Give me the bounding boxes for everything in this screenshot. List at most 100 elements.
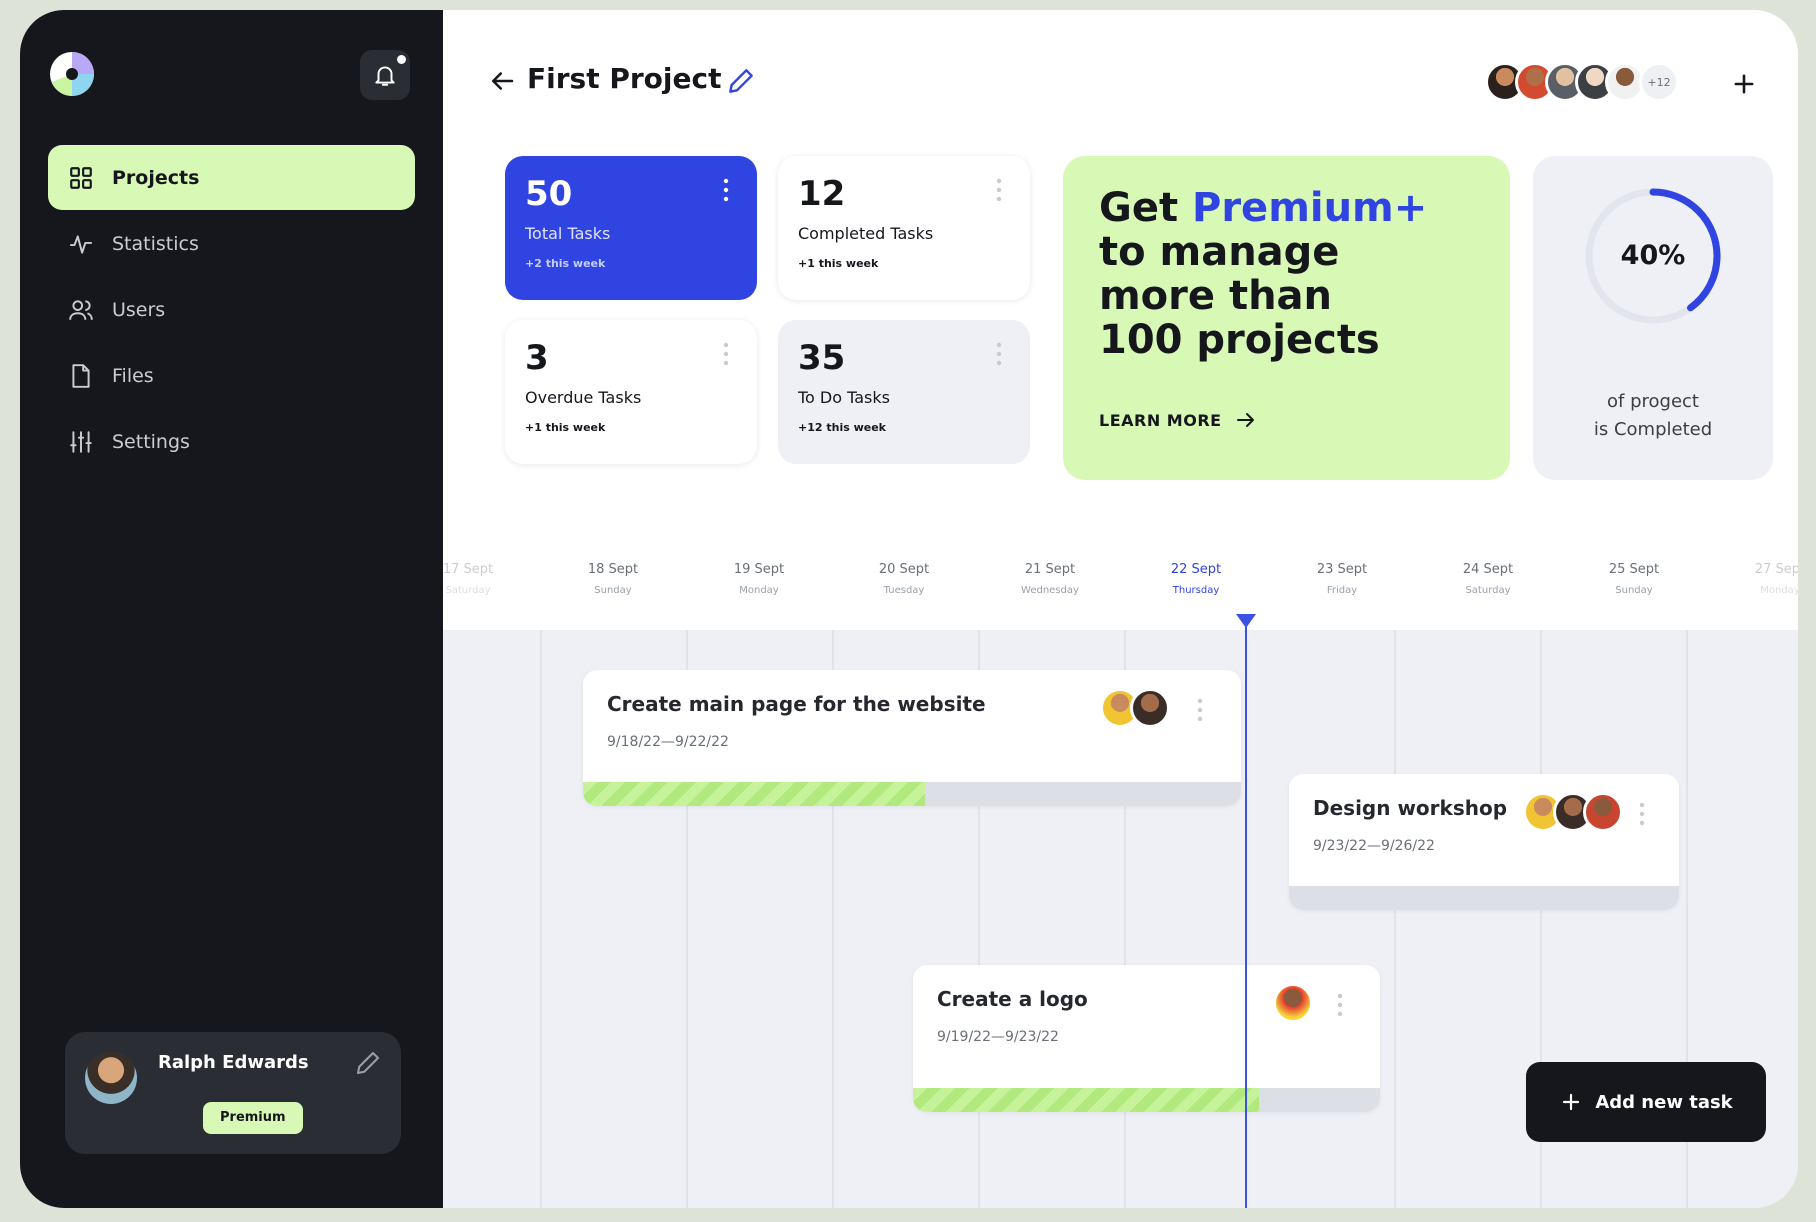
user-profile-card[interactable]: Ralph Edwards Premium [65,1032,401,1154]
more-icon[interactable] [1337,993,1343,1017]
stat-card-overdue-tasks[interactable]: 3 Overdue Tasks +1 this week [505,320,757,464]
timeline-day[interactable]: 23 Sept Friday [1269,562,1415,596]
task-assignees[interactable] [1100,688,1170,728]
stat-value: 3 [525,338,549,378]
sidebar-item-users[interactable]: Users [48,277,415,342]
task-title: Create a logo [937,987,1088,1011]
plan-badge: Premium [203,1102,303,1134]
progress-percent: 40% [1620,240,1686,271]
timeline-day[interactable]: 27 Sept Monday [1707,562,1798,596]
plus-icon [1563,1093,1580,1111]
task-progress-fill [913,1088,1259,1112]
timeline-day[interactable]: 24 Sept Saturday [1415,562,1561,596]
timeline-gridline [540,630,542,1208]
more-icon[interactable] [723,178,729,202]
sidebar-item-projects[interactable]: Projects [48,145,415,210]
timeline-day[interactable]: 25 Sept Sunday [1561,562,1707,596]
edit-title-button[interactable] [725,65,757,97]
stat-label: To Do Tasks [798,388,890,407]
profile-name: Ralph Edwards [158,1052,309,1073]
day-weekday: Friday [1326,585,1358,596]
sidebar-item-statistics[interactable]: Statistics [48,211,415,276]
app-logo[interactable] [48,50,96,98]
sidebar-item-label: Projects [112,166,200,189]
timeline-gridline [1394,630,1396,1208]
day-date: 25 Sept [1608,562,1660,577]
timeline-day-today[interactable]: 22 Sept Thursday [1123,562,1269,596]
add-member-button[interactable] [1730,70,1758,98]
day-weekday: Tuesday [883,585,925,596]
stat-sub: +12 this week [798,421,886,434]
timeline-day[interactable]: 18 Sept Sunday [540,562,686,596]
task-assignees[interactable] [1523,792,1623,832]
day-weekday: Wednesday [1021,585,1079,596]
learn-more-link[interactable]: LEARN MORE [1099,408,1258,432]
stat-value: 35 [798,338,846,378]
stat-label: Completed Tasks [798,224,934,243]
avatar [1273,983,1313,1023]
bell-icon [375,66,395,86]
timeline-day[interactable]: 19 Sept Monday [686,562,832,596]
stat-card-completed-tasks[interactable]: 12 Completed Tasks +1 this week [778,156,1030,300]
learn-more-label: LEARN MORE [1099,410,1222,430]
sidebar-item-files[interactable]: Files [48,343,415,408]
notifications-button[interactable] [360,50,410,100]
promo-text: Get [1099,185,1193,231]
task-assignees[interactable] [1273,983,1313,1023]
stat-value: 50 [525,174,573,214]
more-icon[interactable] [1639,802,1645,826]
progress-caption: of progect is Completed [1533,388,1773,444]
back-button[interactable] [487,66,517,96]
stat-card-todo-tasks[interactable]: 35 To Do Tasks +12 this week [778,320,1030,464]
day-date: 18 Sept [587,562,639,577]
avatar [1130,688,1170,728]
stat-card-total-tasks[interactable]: 50 Total Tasks +2 this week [505,156,757,300]
more-icon[interactable] [996,342,1002,366]
progress-caption-line: is Completed [1593,419,1713,440]
sidebar-item-label: Settings [112,430,190,453]
task-dates: 9/23/22—9/26/22 [1313,838,1435,854]
task-card[interactable]: Create main page for the website 9/18/22… [583,670,1241,806]
day-date: 19 Sept [733,562,785,577]
day-weekday: Monday [739,585,779,596]
premium-promo-card: Get Premium+ to manage more than 100 pro… [1063,156,1510,480]
stat-label: Overdue Tasks [525,388,642,407]
stat-value: 12 [798,174,846,214]
timeline-days: 17 Sept Saturday 18 Sept Sunday 19 Sept Mon… [443,550,1798,630]
more-icon[interactable] [1197,698,1203,722]
project-progress-card: 40% of progect is Completed [1533,156,1773,480]
users-icon [66,295,96,325]
more-members-count[interactable]: +12 [1639,62,1679,102]
arrow-right-icon [1236,413,1254,427]
timeline-day[interactable]: 21 Sept Wednesday [977,562,1123,596]
day-date: 23 Sept [1316,562,1368,577]
task-dates: 9/18/22—9/22/22 [607,734,729,750]
day-weekday: Sunday [1615,585,1653,596]
task-card[interactable]: Create a logo 9/19/22—9/23/22 [913,965,1380,1112]
day-weekday: Saturday [1465,585,1511,596]
timeline-day[interactable]: 17 Sept Saturday [395,562,541,596]
task-progress-bar [1289,886,1679,910]
task-progress-bar [583,782,1241,806]
timeline-day[interactable]: 20 Sept Tuesday [831,562,977,596]
page-title: First Project [527,62,722,95]
notification-dot [397,55,406,64]
day-date: 21 Sept [1024,562,1076,577]
promo-accent-text: Premium+ [1192,185,1428,231]
task-card[interactable]: Design workshop 9/23/22—9/26/22 [1289,774,1679,910]
sidebar-item-settings[interactable]: Settings [48,409,415,474]
sidebar-nav: Projects Statistics Users Files Settings [48,145,415,475]
more-icon[interactable] [996,178,1002,202]
sliders-icon [66,427,96,457]
add-new-task-button[interactable]: Add new task [1526,1062,1766,1142]
promo-heading: Get Premium+ to manage more than 100 pro… [1099,186,1474,362]
file-icon [66,361,96,391]
progress-caption-line: of progect [1607,391,1699,412]
team-members[interactable]: +12 [1485,62,1679,102]
main-content: First Project +12 50 Total Tasks +2 this… [443,10,1798,1208]
pencil-icon [729,69,753,93]
task-dates: 9/19/22—9/23/22 [937,1029,1059,1045]
task-title: Design workshop [1313,796,1508,820]
edit-profile-button[interactable] [353,1048,383,1078]
more-icon[interactable] [723,342,729,366]
